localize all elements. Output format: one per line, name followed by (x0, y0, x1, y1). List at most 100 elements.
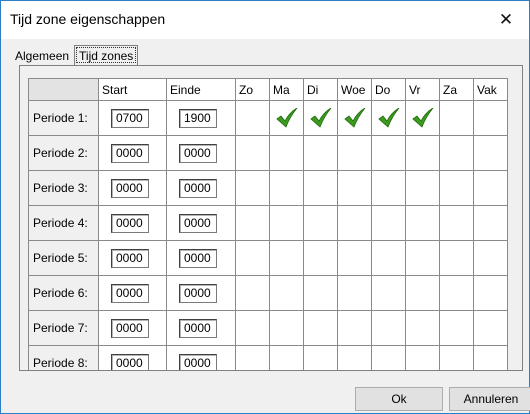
end-time-field[interactable]: 0000 (179, 178, 217, 198)
checkmark-icon (377, 108, 399, 128)
end-cell: 0000 (166, 275, 236, 311)
start-time-field[interactable]: 0000 (111, 318, 149, 338)
day-toggle-cell[interactable] (269, 205, 304, 241)
day-toggle-cell[interactable] (371, 240, 406, 276)
day-toggle-cell[interactable] (303, 240, 338, 276)
day-toggle-cell[interactable] (337, 205, 372, 241)
day-toggle-cell[interactable] (235, 170, 270, 206)
day-toggle-cell[interactable] (303, 170, 338, 206)
end-time-field[interactable]: 1900 (179, 108, 217, 128)
cancel-button[interactable]: Annuleren (449, 387, 530, 411)
day-toggle-cell[interactable] (235, 135, 270, 171)
end-time-field[interactable]: 0000 (179, 248, 217, 268)
day-toggle-cell[interactable] (473, 205, 508, 241)
end-time-field[interactable]: 0000 (179, 318, 217, 338)
day-toggle-cell[interactable] (473, 135, 508, 171)
end-time-field[interactable]: 0000 (179, 143, 217, 163)
day-toggle-cell[interactable] (337, 275, 372, 311)
day-toggle-cell[interactable] (405, 135, 440, 171)
ok-button[interactable]: Ok (355, 387, 443, 411)
day-toggle-cell[interactable] (439, 310, 474, 346)
day-toggle-cell[interactable] (303, 345, 338, 370)
tab-algemeen[interactable]: Algemeen (11, 47, 73, 65)
day-toggle-cell[interactable] (405, 310, 440, 346)
grid-body: Periode 1: 0700 1900 Periode 2: 0000 0000 Peri… (28, 100, 508, 370)
start-time-field[interactable]: 0000 (111, 283, 149, 303)
day-toggle-cell[interactable] (439, 240, 474, 276)
day-toggle-cell[interactable] (473, 275, 508, 311)
day-toggle-cell[interactable] (303, 310, 338, 346)
day-toggle-cell[interactable] (235, 205, 270, 241)
close-button[interactable]: ✕ (483, 1, 529, 39)
day-toggle-cell[interactable] (337, 170, 372, 206)
day-toggle-cell[interactable] (269, 345, 304, 370)
day-toggle-cell[interactable] (371, 310, 406, 346)
end-time-field[interactable]: 0000 (179, 283, 217, 303)
day-toggle-cell[interactable] (371, 135, 406, 171)
checkmark-icon (343, 108, 365, 128)
day-toggle-cell[interactable] (337, 100, 372, 136)
start-cell: 0000 (98, 345, 167, 370)
day-toggle-cell[interactable] (303, 275, 338, 311)
day-toggle-cell[interactable] (371, 100, 406, 136)
day-toggle-cell[interactable] (439, 345, 474, 370)
start-cell: 0700 (98, 100, 167, 136)
day-toggle-cell[interactable] (269, 170, 304, 206)
day-toggle-cell[interactable] (405, 100, 440, 136)
start-time-field[interactable]: 0000 (111, 353, 149, 370)
day-toggle-cell[interactable] (439, 100, 474, 136)
checkmark-icon (275, 108, 297, 128)
tab-tijd-zones[interactable]: Tijd zones (74, 45, 139, 65)
day-toggle-cell[interactable] (473, 100, 508, 136)
day-toggle-cell[interactable] (405, 345, 440, 370)
day-toggle-cell[interactable] (235, 275, 270, 311)
end-time-field[interactable]: 0000 (179, 213, 217, 233)
properties-dialog: Tijd zone eigenschappen ✕ Algemeen Tijd … (0, 0, 530, 414)
end-time-field[interactable]: 0000 (179, 353, 217, 370)
day-toggle-cell[interactable] (269, 135, 304, 171)
day-toggle-cell[interactable] (473, 345, 508, 370)
day-toggle-cell[interactable] (473, 170, 508, 206)
day-toggle-cell[interactable] (337, 310, 372, 346)
start-time-field[interactable]: 0000 (111, 248, 149, 268)
period-label: Periode 5: (28, 240, 99, 276)
end-cell: 0000 (166, 345, 236, 370)
day-toggle-cell[interactable] (473, 310, 508, 346)
period-label: Periode 2: (28, 135, 99, 171)
day-toggle-cell[interactable] (269, 100, 304, 136)
day-toggle-cell[interactable] (235, 240, 270, 276)
day-toggle-cell[interactable] (303, 135, 338, 171)
end-cell: 0000 (166, 240, 236, 276)
day-toggle-cell[interactable] (371, 170, 406, 206)
day-toggle-cell[interactable] (473, 240, 508, 276)
day-toggle-cell[interactable] (303, 205, 338, 241)
day-toggle-cell[interactable] (439, 170, 474, 206)
start-time-field[interactable]: 0000 (111, 178, 149, 198)
day-toggle-cell[interactable] (269, 240, 304, 276)
day-toggle-cell[interactable] (439, 205, 474, 241)
day-toggle-cell[interactable] (405, 240, 440, 276)
day-toggle-cell[interactable] (405, 205, 440, 241)
start-time-field[interactable]: 0000 (111, 213, 149, 233)
period-row: Periode 4: 0000 0000 (28, 205, 508, 241)
day-toggle-cell[interactable] (337, 240, 372, 276)
day-toggle-cell[interactable] (371, 275, 406, 311)
day-toggle-cell[interactable] (337, 135, 372, 171)
day-toggle-cell[interactable] (235, 310, 270, 346)
day-toggle-cell[interactable] (235, 345, 270, 370)
day-toggle-cell[interactable] (371, 205, 406, 241)
day-toggle-cell[interactable] (371, 345, 406, 370)
day-toggle-cell[interactable] (405, 170, 440, 206)
start-time-field[interactable]: 0700 (111, 108, 149, 128)
day-toggle-cell[interactable] (269, 275, 304, 311)
day-toggle-cell[interactable] (337, 345, 372, 370)
day-toggle-cell[interactable] (235, 100, 270, 136)
period-label: Periode 4: (28, 205, 99, 241)
start-time-field[interactable]: 0000 (111, 143, 149, 163)
day-toggle-cell[interactable] (269, 310, 304, 346)
day-toggle-cell[interactable] (405, 275, 440, 311)
day-toggle-cell[interactable] (439, 275, 474, 311)
start-cell: 0000 (98, 275, 167, 311)
day-toggle-cell[interactable] (303, 100, 338, 136)
day-toggle-cell[interactable] (439, 135, 474, 171)
